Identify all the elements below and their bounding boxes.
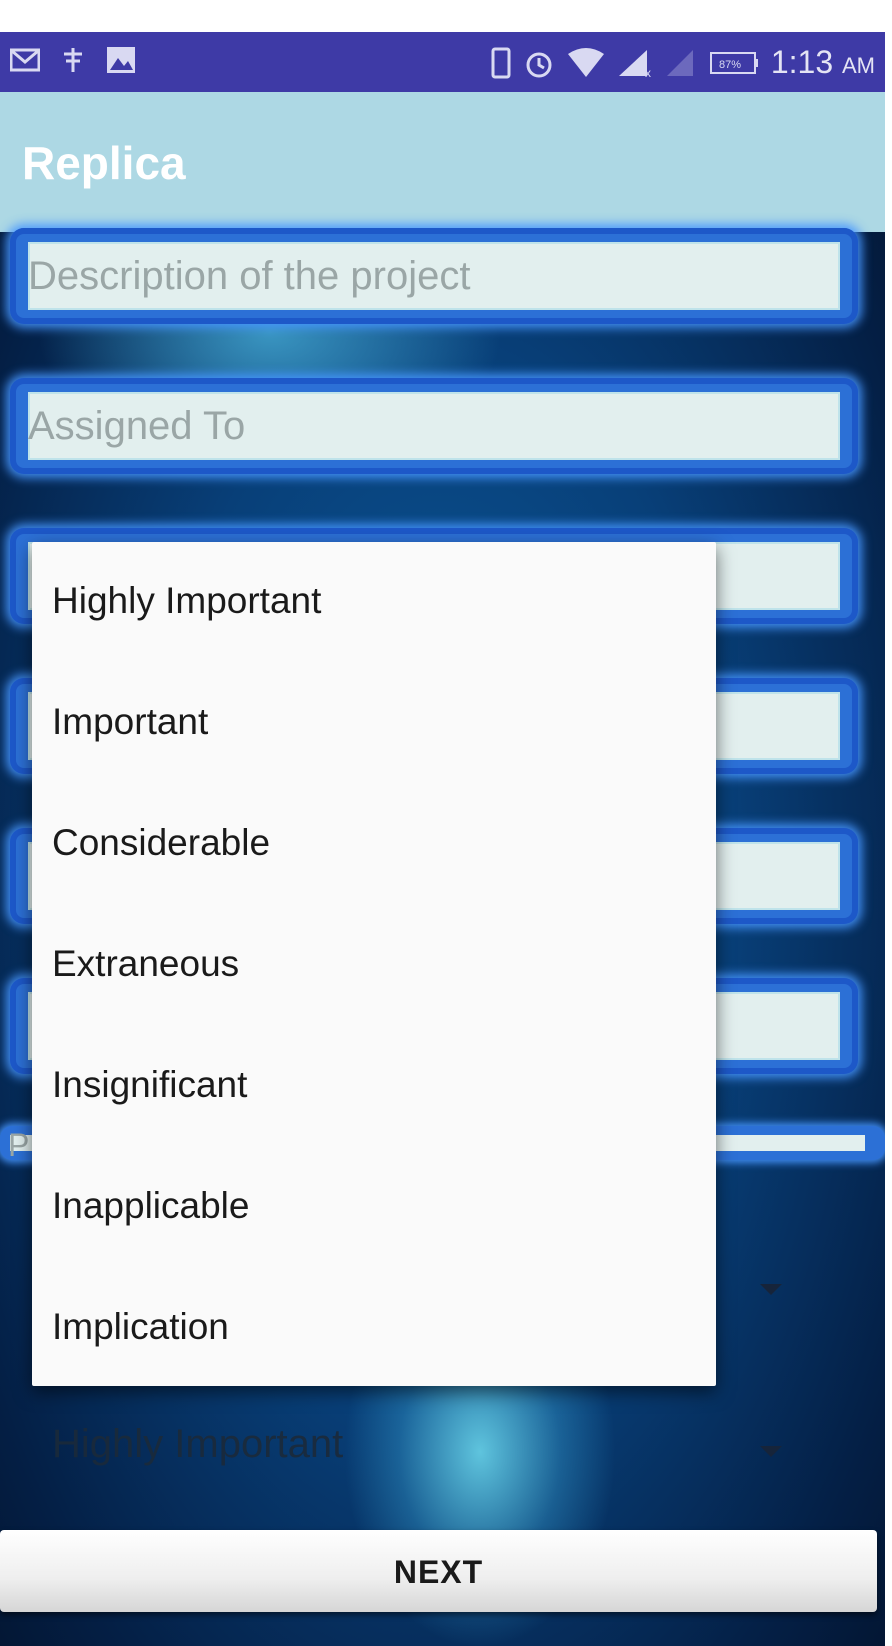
signal-icon: x	[618, 49, 651, 78]
chevron-down-icon	[760, 1446, 782, 1457]
priority-spinner-2[interactable]: Highly Important	[0, 1394, 885, 1504]
image-icon	[107, 47, 135, 73]
chevron-down-icon	[760, 1284, 782, 1295]
download-icon	[64, 48, 82, 72]
next-button-label: NEXT	[393, 1554, 484, 1590]
dropdown-option[interactable]: Inapplicable	[32, 1147, 716, 1268]
dropdown-option[interactable]: Highly Important	[32, 542, 716, 663]
mail-icon	[10, 48, 40, 72]
description-placeholder: Description of the project	[28, 254, 471, 298]
screen: x 87% 1:13 AM Replica Description of the…	[0, 32, 885, 1646]
battery-icon: 87%	[709, 51, 758, 74]
signal-off-icon	[666, 49, 693, 76]
partial-placeholder: P	[8, 1127, 30, 1163]
dropdown-option[interactable]: Implication	[32, 1268, 716, 1389]
assigned-to-field[interactable]: Assigned To	[10, 378, 858, 474]
svg-text:x: x	[645, 66, 651, 78]
dropdown-option[interactable]: Important	[32, 663, 716, 784]
spinner-value: Highly Important	[52, 1422, 344, 1466]
svg-text:87%: 87%	[719, 59, 741, 71]
dropdown-option[interactable]: Considerable	[32, 784, 716, 905]
app-title: Replica	[22, 137, 186, 189]
next-button[interactable]: NEXT	[0, 1530, 877, 1612]
dropdown-option[interactable]: Insignificant	[32, 1026, 716, 1147]
dropdown-option[interactable]: Extraneous	[32, 905, 716, 1026]
wifi-icon	[567, 47, 604, 77]
priority-dropdown-menu: Highly Important Important Considerable …	[32, 542, 716, 1386]
phone-icon	[491, 47, 511, 78]
clock: 1:13 AM	[770, 44, 875, 80]
assigned-to-placeholder: Assigned To	[28, 404, 246, 448]
description-field[interactable]: Description of the project	[10, 228, 858, 324]
app-bar: Replica	[0, 92, 885, 232]
alarm-icon	[526, 52, 552, 77]
status-bar: x 87% 1:13 AM	[0, 32, 885, 92]
